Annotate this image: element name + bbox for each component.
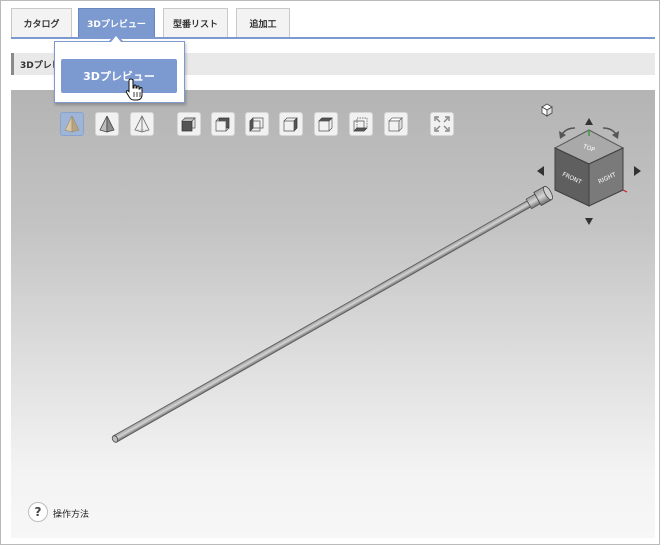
tab-underline (11, 37, 655, 39)
arrow-up-icon (585, 118, 593, 125)
help-label[interactable]: 操作方法 (53, 507, 89, 520)
help-button[interactable]: ? (28, 502, 48, 522)
3d-preview-button[interactable]: 3Dプレビュー (61, 59, 177, 93)
hand-pointer-icon (125, 78, 143, 101)
popup-arrow-inner (111, 36, 121, 42)
3d-viewport[interactable]: TOP FRONT RIGHT (11, 90, 655, 538)
tab-popup: 3Dプレビュー (54, 41, 185, 103)
arrow-down-icon (585, 218, 593, 225)
arrow-left-icon (537, 166, 544, 176)
home-cube-icon (541, 103, 553, 117)
view-cube-navigator[interactable]: TOP FRONT RIGHT (523, 98, 647, 228)
tab-part-number-list[interactable]: 型番リスト (163, 8, 228, 38)
tab-catalog[interactable]: カタログ (11, 8, 72, 38)
arrow-right-icon (634, 166, 641, 176)
app-frame: カタログ 3Dプレビュー 型番リスト 追加工 3Dプレビュー TOP FRONT… (0, 0, 660, 545)
tab-additional-processing[interactable]: 追加工 (236, 8, 290, 38)
help-icon: ? (34, 505, 42, 519)
